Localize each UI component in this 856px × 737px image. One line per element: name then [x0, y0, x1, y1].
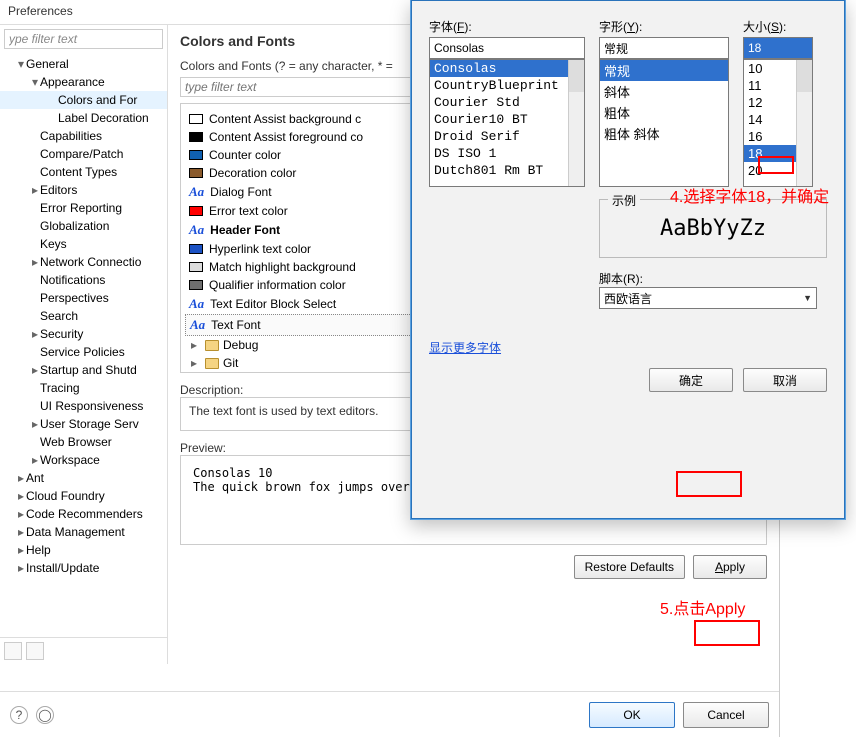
font-icon: Aa [189, 184, 204, 200]
color-swatch [189, 132, 203, 142]
font-option[interactable]: Courier Std [430, 94, 584, 111]
sidebar: ▾General▾AppearanceColors and ForLabel D… [0, 25, 168, 664]
style-input[interactable] [599, 37, 729, 59]
font-option[interactable]: DS ISO 1 [430, 145, 584, 162]
tree-item[interactable]: Tracing [0, 379, 167, 397]
font-ok-button[interactable]: 确定 [649, 368, 733, 392]
style-label: 字形(Y): [599, 18, 729, 35]
tree-item[interactable]: Colors and For [0, 91, 167, 109]
tree-item[interactable]: Notifications [0, 271, 167, 289]
tree-item[interactable]: ▸Workspace [0, 451, 167, 469]
color-swatch [189, 244, 203, 254]
folder-icon [205, 358, 219, 369]
style-option[interactable]: 斜体 [600, 81, 728, 102]
font-input[interactable] [429, 37, 585, 59]
font-option[interactable]: Dutch801 Rm BT [430, 162, 584, 179]
color-swatch [189, 168, 203, 178]
tree-item[interactable]: Perspectives [0, 289, 167, 307]
progress-icon: ◯ [36, 706, 54, 724]
style-option[interactable]: 常规 [600, 60, 728, 81]
style-option[interactable]: 粗体 [600, 102, 728, 123]
chevron-down-icon: ▼ [803, 293, 812, 303]
font-icon: Aa [189, 296, 204, 312]
tree-item[interactable]: Globalization [0, 217, 167, 235]
font-option[interactable]: CountryBlueprint [430, 77, 584, 94]
tree-item[interactable]: Keys [0, 235, 167, 253]
font-option[interactable]: Courier10 BT [430, 111, 584, 128]
help-icon[interactable]: ? [10, 706, 28, 724]
tree-item[interactable]: ▸Security [0, 325, 167, 343]
color-swatch [189, 280, 203, 290]
color-swatch [189, 206, 203, 216]
font-option[interactable]: Consolas [430, 60, 584, 77]
style-option[interactable]: 粗体 斜体 [600, 123, 728, 144]
tree-item[interactable]: Label Decoration [0, 109, 167, 127]
scrollbar[interactable] [568, 60, 584, 186]
tree-item[interactable]: ▾General [0, 55, 167, 73]
font-icon: Aa [189, 222, 204, 238]
folder-icon [205, 340, 219, 351]
tree-item[interactable]: ▸Install/Update [0, 559, 167, 577]
sample-label: 示例 [608, 192, 640, 209]
size-input[interactable] [743, 37, 813, 59]
tree-item[interactable]: ▸Data Management [0, 523, 167, 541]
forward-button[interactable] [26, 642, 44, 660]
color-swatch [189, 262, 203, 272]
tree-item[interactable]: Error Reporting [0, 199, 167, 217]
ok-button[interactable]: OK [589, 702, 675, 728]
more-fonts-link[interactable]: 显示更多字体 [429, 339, 501, 356]
back-button[interactable] [4, 642, 22, 660]
dialog-footer: ? ◯ OK Cancel [0, 691, 779, 737]
script-value: 西欧语言 [604, 290, 652, 307]
apply-button[interactable]: Apply [693, 555, 767, 579]
tree-item[interactable]: ▸Editors [0, 181, 167, 199]
size-listbox[interactable]: 10111214161820 [743, 59, 813, 187]
scrollbar[interactable] [796, 60, 812, 186]
script-select[interactable]: 西欧语言 ▼ [599, 287, 817, 309]
tree-item[interactable]: Compare/Patch [0, 145, 167, 163]
tree-item[interactable]: ▸Help [0, 541, 167, 559]
filter-text-input[interactable] [4, 29, 163, 49]
tree-item[interactable]: Content Types [0, 163, 167, 181]
font-cancel-button[interactable]: 取消 [743, 368, 827, 392]
tree-item[interactable]: Service Policies [0, 343, 167, 361]
preferences-tree[interactable]: ▾General▾AppearanceColors and ForLabel D… [0, 53, 167, 637]
color-swatch [189, 114, 203, 124]
tree-item[interactable]: ▸Network Connectio [0, 253, 167, 271]
tree-item[interactable]: ▸Startup and Shutd [0, 361, 167, 379]
restore-defaults-button[interactable]: Restore Defaults [574, 555, 685, 579]
cancel-button[interactable]: Cancel [683, 702, 769, 728]
sample-group: 示例 AaBbYyZz [599, 199, 827, 258]
size-label: 大小(S): [743, 18, 813, 35]
tree-item[interactable]: Search [0, 307, 167, 325]
font-label: 字体(F): [429, 18, 585, 35]
font-option[interactable]: Droid Serif [430, 128, 584, 145]
tree-item[interactable]: ▸Code Recommenders [0, 505, 167, 523]
script-label: 脚本(R): [599, 272, 643, 286]
style-listbox[interactable]: 常规斜体粗体粗体 斜体 [599, 59, 729, 187]
tree-item[interactable]: ▸Cloud Foundry [0, 487, 167, 505]
font-icon: Aa [190, 317, 205, 333]
sample-text: AaBbYyZz [600, 216, 826, 241]
color-swatch [189, 150, 203, 160]
font-listbox[interactable]: ConsolasCountryBlueprintCourier StdCouri… [429, 59, 585, 187]
tree-item[interactable]: ▸Ant [0, 469, 167, 487]
font-dialog: 字体(F): ConsolasCountryBlueprintCourier S… [410, 0, 846, 520]
tree-item[interactable]: ▸User Storage Serv [0, 415, 167, 433]
tree-item[interactable]: Web Browser [0, 433, 167, 451]
tree-item[interactable]: UI Responsiveness [0, 397, 167, 415]
tree-item[interactable]: Capabilities [0, 127, 167, 145]
tree-item[interactable]: ▾Appearance [0, 73, 167, 91]
